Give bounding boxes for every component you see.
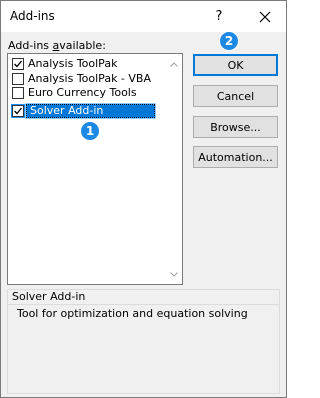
checkmark-icon [14, 60, 23, 68]
cancel-button[interactable]: Cancel [193, 85, 278, 107]
close-button[interactable] [247, 1, 283, 32]
chevron-up-icon [170, 61, 178, 67]
list-item-solver-add-in[interactable]: Solver Add-in [8, 103, 168, 119]
list-scrollbar[interactable] [166, 54, 182, 284]
chevron-down-icon [170, 271, 178, 277]
step-2-badge: 2 [219, 31, 239, 51]
analysis-toolpak-checkbox[interactable] [12, 58, 24, 71]
list-item-euro-currency-tools[interactable]: Euro Currency Tools [8, 86, 168, 101]
browse-button[interactable]: Browse... [193, 116, 278, 138]
checkmark-icon [14, 107, 23, 115]
euro-currency-tools-checkbox[interactable] [12, 87, 24, 100]
help-button[interactable]: ? [207, 1, 231, 32]
title-bar: Add-ins ? [1, 1, 286, 32]
list-item-analysis-toolpak[interactable]: Analysis ToolPak [8, 57, 168, 72]
item-label: Analysis ToolPak [28, 57, 118, 71]
analysis-toolpak-vba-checkbox[interactable] [12, 72, 24, 85]
item-label: Solver Add-in [26, 103, 155, 118]
close-icon [259, 11, 271, 22]
description-title: Solver Add-in [12, 290, 86, 303]
solver-add-in-checkbox[interactable] [11, 103, 25, 118]
item-label: Analysis ToolPak - VBA [28, 71, 151, 85]
step-1-badge: 1 [80, 121, 100, 141]
dialog-title: Add-ins [10, 9, 55, 23]
add-ins-dialog: Add-ins ? Add-ins available: Analysis To… [0, 0, 287, 398]
add-ins-listbox[interactable]: Analysis ToolPak Analysis ToolPak - VBA … [7, 53, 183, 285]
description-panel: Solver Add-in Tool for optimization and … [7, 289, 280, 394]
automation-button[interactable]: Automation... [193, 146, 278, 168]
description-divider [8, 304, 279, 305]
item-label: Euro Currency Tools [28, 86, 137, 100]
list-item-analysis-toolpak-vba[interactable]: Analysis ToolPak - VBA [8, 72, 168, 87]
help-icon: ? [215, 9, 223, 24]
add-ins-available-label: Add-ins available: [8, 39, 106, 52]
description-text: Tool for optimization and equation solvi… [17, 307, 248, 320]
ok-button[interactable]: OK [193, 54, 278, 76]
scroll-up-button[interactable] [166, 56, 182, 72]
scroll-down-button[interactable] [166, 266, 182, 282]
